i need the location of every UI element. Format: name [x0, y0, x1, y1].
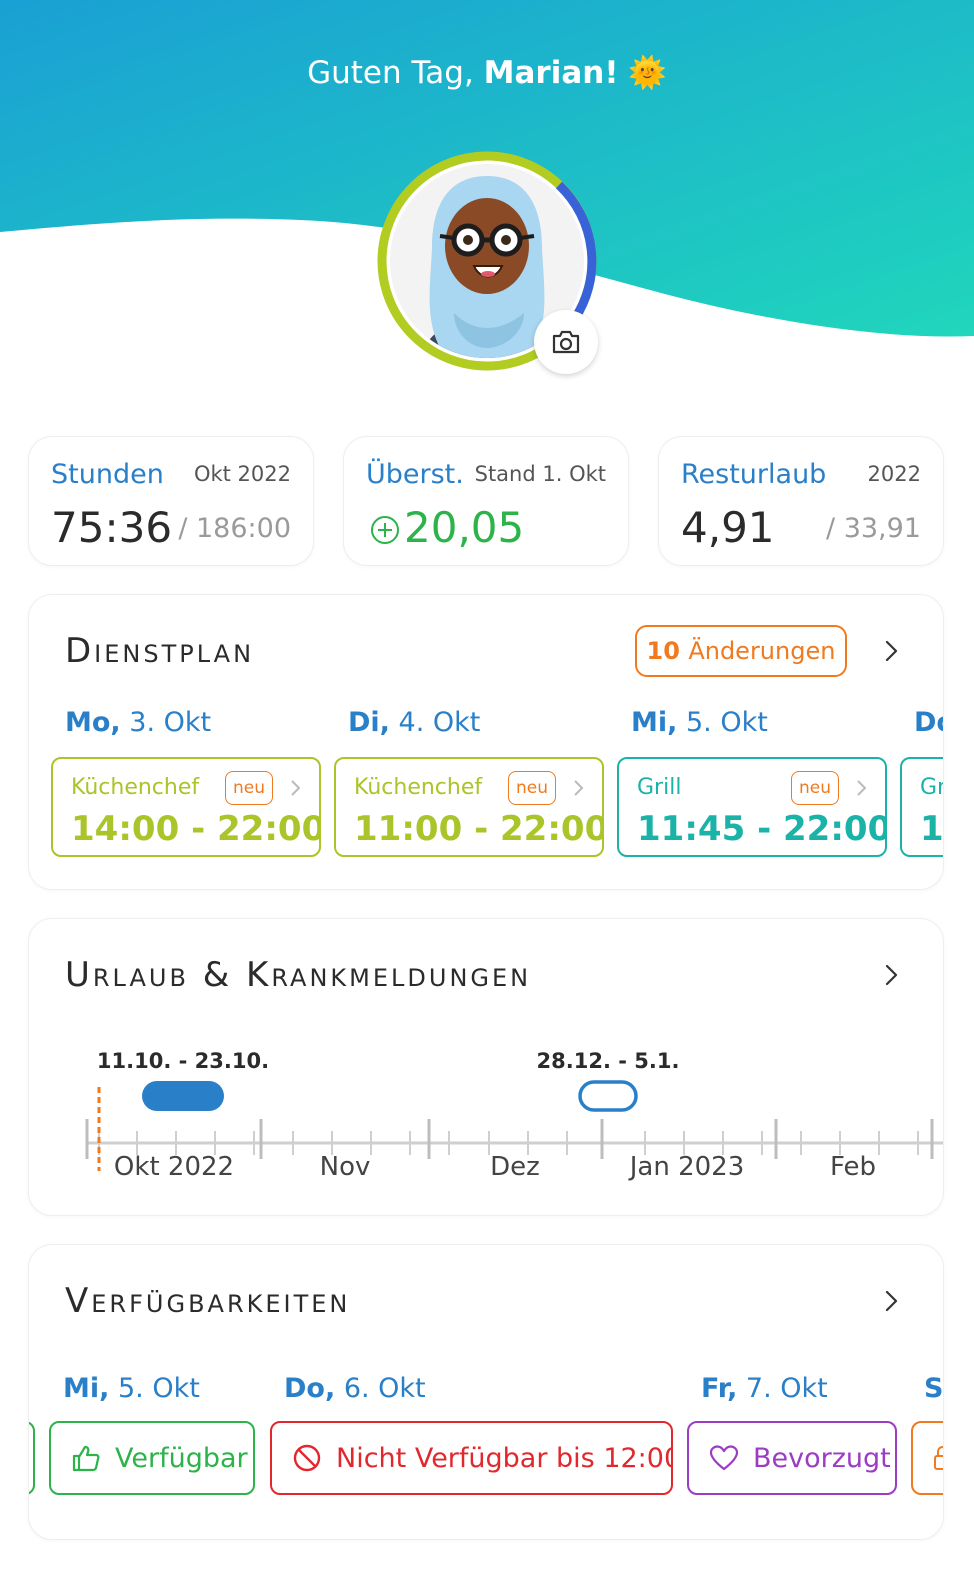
- day-label: Do: [914, 707, 943, 738]
- changes-count: 10: [646, 637, 680, 665]
- vacation-range-label: 11.10. - 23.10.: [97, 1049, 269, 1073]
- chevron-right-icon: [574, 780, 584, 796]
- availability-chip-unavailable[interactable]: Nicht Verfügbar bis 12:00: [270, 1421, 673, 1495]
- verfuegbarkeiten-card: Verfügbarkeiten Mi, 5. Okt Do, 6. Okt Fr…: [28, 1244, 944, 1540]
- stat-period: Okt 2022: [193, 462, 291, 486]
- change-photo-button[interactable]: [534, 310, 598, 374]
- month-label: Jan 2023: [628, 1152, 745, 1182]
- heart-icon: [709, 1444, 739, 1472]
- new-badge: neu: [791, 771, 839, 805]
- availability-label: Bevorzugt: [753, 1442, 891, 1474]
- new-badge: neu: [508, 771, 556, 805]
- chevron-right-icon[interactable]: [879, 1289, 903, 1313]
- shift-time: 1: [920, 809, 944, 849]
- day-label: Mi, 5. Okt: [631, 707, 768, 738]
- stat-card-hours[interactable]: Stunden Okt 2022 75:36 / 186:00: [28, 436, 314, 566]
- thumbs-up-icon: [71, 1444, 101, 1472]
- stat-total: / 186:00: [178, 513, 291, 544]
- vacation-range-label: 28.12. - 5.1.: [537, 1049, 680, 1073]
- stat-value: 20,05: [404, 503, 525, 552]
- urlaub-card: Urlaub & Krankmeldungen 11.10. - 23.10. …: [28, 918, 944, 1216]
- shift-card[interactable]: Küchenchef neu 14:00 - 22:00: [51, 757, 321, 857]
- shift-role: Gr: [920, 775, 944, 800]
- lock-icon: [933, 1445, 943, 1471]
- vacation-timeline: 11.10. - 23.10. 28.12. - 5.1. Okt 2022 N…: [85, 1049, 943, 1182]
- shift-time: 14:00 - 22:00: [71, 809, 321, 849]
- stat-value: 4,91: [681, 503, 775, 552]
- month-label: Feb: [830, 1152, 876, 1182]
- day-label: S: [924, 1373, 944, 1404]
- greeting-prefix: Guten Tag,: [307, 55, 484, 91]
- month-label: Okt 2022: [114, 1152, 234, 1182]
- stat-label: Überst.: [366, 459, 464, 490]
- stat-period: 2022: [867, 462, 921, 486]
- section-title: Dienstplan: [65, 631, 255, 671]
- day-label: Di, 4. Okt: [348, 707, 481, 738]
- stat-value: 75:36: [51, 503, 173, 552]
- section-title: Verfügbarkeiten: [65, 1281, 351, 1321]
- availability-chip-partial[interactable]: [29, 1421, 35, 1495]
- chevron-right-icon: [857, 780, 867, 796]
- shift-card[interactable]: Küchenchef neu 11:00 - 22:00: [334, 757, 604, 857]
- user-name: Marian!: [483, 55, 619, 91]
- day-label: Fr, 7. Okt: [701, 1373, 828, 1404]
- day-label: Mo, 3. Okt: [65, 707, 212, 738]
- shift-card[interactable]: Gr 1: [900, 757, 944, 857]
- header-hero: Guten Tag, Marian! 🌞: [0, 0, 974, 400]
- stat-label: Resturlaub: [681, 459, 827, 490]
- chevron-right-icon[interactable]: [879, 639, 903, 663]
- day-label: Do, 6. Okt: [284, 1373, 426, 1404]
- plus-circle-icon: [371, 516, 399, 544]
- availability-chip-preferred[interactable]: Bevorzugt: [687, 1421, 897, 1495]
- greeting: Guten Tag, Marian! 🌞: [0, 54, 974, 91]
- shift-time: 11:00 - 22:00: [354, 809, 604, 849]
- month-label: Nov: [320, 1152, 371, 1182]
- shift-card[interactable]: Grill neu 11:45 - 22:00: [617, 757, 887, 857]
- stat-period: Stand 1. Okt: [474, 462, 606, 486]
- availability-label: Nicht Verfügbar bis 12:00: [336, 1442, 673, 1474]
- new-badge: neu: [225, 771, 273, 805]
- shift-time: 11:45 - 22:00: [637, 809, 887, 849]
- availability-chip-available[interactable]: Verfügbar: [49, 1421, 255, 1495]
- vacation-bar-approved[interactable]: [142, 1081, 224, 1111]
- chevron-right-icon: [291, 780, 301, 796]
- shift-role: Küchenchef: [354, 775, 483, 800]
- changes-label: Änderungen: [688, 637, 836, 665]
- shift-role: Grill: [637, 775, 682, 800]
- stat-total: / 33,91: [826, 513, 921, 544]
- dienstplan-card: Dienstplan 10 Änderungen Mo, 3. Okt Di, …: [28, 594, 944, 890]
- day-label: Mi, 5. Okt: [63, 1373, 200, 1404]
- vacation-bar-requested[interactable]: [578, 1080, 638, 1112]
- stat-card-overtime[interactable]: Überst. Stand 1. Okt 20,05: [343, 436, 629, 566]
- availability-chip-partial[interactable]: [911, 1421, 943, 1495]
- changes-badge[interactable]: 10 Änderungen: [635, 625, 847, 677]
- month-label: Dez: [490, 1152, 540, 1182]
- sun-emoji-icon: 🌞: [628, 55, 667, 91]
- shift-role: Küchenchef: [71, 775, 200, 800]
- stat-label: Stunden: [51, 459, 164, 490]
- camera-icon: [552, 330, 580, 354]
- availability-label: Verfügbar: [115, 1442, 248, 1474]
- stat-card-vacation[interactable]: Resturlaub 2022 4,91 / 33,91: [658, 436, 944, 566]
- no-entry-icon: [292, 1443, 322, 1473]
